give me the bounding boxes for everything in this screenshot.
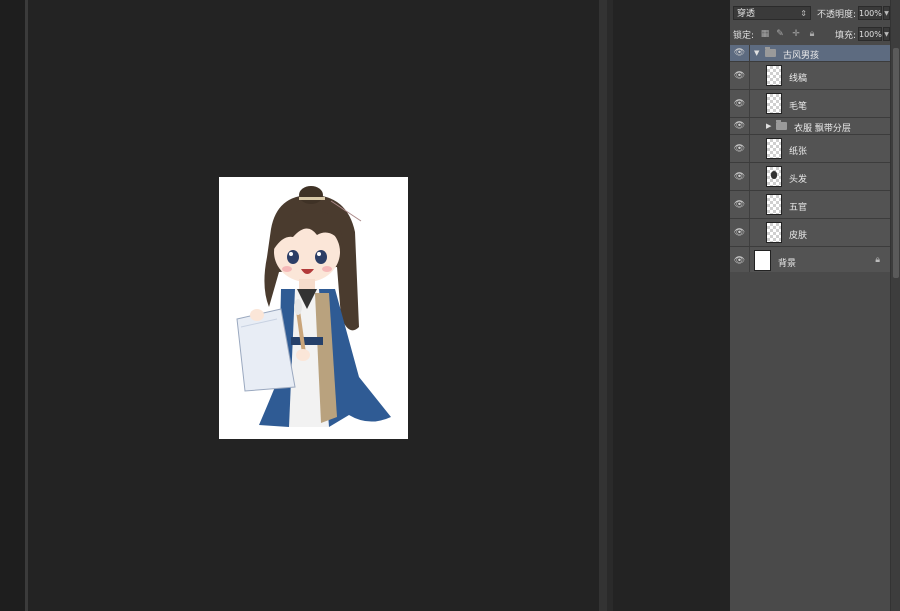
blend-mode-select[interactable]: 穿透 ⇕ <box>733 6 811 20</box>
folder-icon <box>776 120 787 130</box>
eye-icon[interactable]: 👁︎ <box>730 118 750 134</box>
layer-row[interactable]: 👁︎ 纸张 <box>730 135 890 163</box>
layer-name: 线稿 <box>789 74 808 84</box>
chibi-boy-illustration <box>236 186 391 427</box>
hair-thumbnail-mark <box>771 171 777 179</box>
lock-label: 锁定: <box>733 31 755 41</box>
layer-thumbnail <box>766 138 782 159</box>
layer-row[interactable]: 👁︎ 皮肤 <box>730 219 890 247</box>
fill-input[interactable]: 100% <box>858 27 882 41</box>
opacity-input[interactable]: 100% <box>858 6 882 20</box>
layer-row[interactable]: 👁︎ 线稿 <box>730 62 890 90</box>
eye-icon[interactable]: 👁︎ <box>730 62 750 89</box>
eye-icon[interactable]: 👁︎ <box>730 219 750 246</box>
layer-thumbnail <box>766 166 782 187</box>
panel-dock-gap <box>613 0 730 611</box>
chevron-updown-icon: ⇕ <box>800 9 807 18</box>
eye-icon[interactable]: 👁︎ <box>730 247 750 274</box>
layer-name: 毛笔 <box>789 102 808 112</box>
layers-panel-body: 穿透 ⇕ 不透明度: 100% ▼ 锁定: ▦ ✎ ✛ 🔒︎ 填充: 100% … <box>730 0 890 611</box>
lock-position-icon[interactable]: ✛ <box>791 29 801 39</box>
layer-name: 五官 <box>789 203 808 213</box>
layers-scrollbar[interactable] <box>890 0 900 611</box>
chevron-right-icon[interactable]: ▶ <box>766 121 771 131</box>
chevron-down-icon[interactable]: ▼ <box>754 48 759 58</box>
layer-name: 纸张 <box>789 147 808 157</box>
lock-all-icon[interactable]: 🔒︎ <box>807 29 817 39</box>
layer-thumbnail <box>766 65 782 86</box>
layer-name: 皮肤 <box>789 231 808 241</box>
fill-label: 填充: <box>835 31 857 41</box>
eye-icon[interactable]: 👁︎ <box>730 90 750 117</box>
fill-dropdown-icon[interactable]: ▼ <box>883 27 890 41</box>
layer-name: 头发 <box>789 175 808 185</box>
opacity-label: 不透明度: <box>817 10 857 20</box>
document-canvas[interactable] <box>219 177 408 439</box>
layer-group-row[interactable]: 👁︎ ▼ 古风男孩 <box>730 45 890 62</box>
group-name: 古风男孩 <box>783 51 820 61</box>
eye-icon[interactable]: 👁︎ <box>730 135 750 162</box>
blend-opacity-row: 穿透 ⇕ 不透明度: 100% ▼ <box>730 4 890 24</box>
lock-icon: 🔒︎ <box>875 255 880 265</box>
layer-name: 背景 <box>778 259 797 269</box>
layer-list: 👁︎ ▼ 古风男孩 👁︎ 线稿 👁︎ 毛笔 👁︎ ▶ 衣服 飘带分层 👁︎ 纸张… <box>730 45 890 275</box>
background-layer-row[interactable]: 👁︎ 背景 🔒︎ <box>730 247 890 275</box>
layer-thumbnail <box>754 250 771 271</box>
lock-image-pixels-icon[interactable]: ✎ <box>775 29 785 39</box>
layer-thumbnail <box>766 93 782 114</box>
workspace-left-edge <box>0 0 25 611</box>
scrollbar-thumb[interactable] <box>893 48 899 278</box>
layer-row[interactable]: 👁︎ 头发 <box>730 163 890 191</box>
panel-splitter[interactable] <box>599 0 607 611</box>
blend-mode-value: 穿透 <box>737 9 756 19</box>
layers-panel: 穿透 ⇕ 不透明度: 100% ▼ 锁定: ▦ ✎ ✛ 🔒︎ 填充: 100% … <box>730 0 900 611</box>
layer-list-empty-area <box>730 272 890 611</box>
opacity-dropdown-icon[interactable]: ▼ <box>883 6 890 20</box>
layer-row[interactable]: 👁︎ 毛笔 <box>730 90 890 118</box>
layer-group-row[interactable]: 👁︎ ▶ 衣服 飘带分层 <box>730 118 890 135</box>
eye-icon[interactable]: 👁︎ <box>730 163 750 190</box>
layer-thumbnail <box>766 222 782 243</box>
eye-icon[interactable]: 👁︎ <box>730 191 750 218</box>
lock-transparent-pixels-icon[interactable]: ▦ <box>760 29 770 39</box>
layer-thumbnail <box>766 194 782 215</box>
group-name: 衣服 飘带分层 <box>794 124 851 134</box>
layer-row[interactable]: 👁︎ 五官 <box>730 191 890 219</box>
eye-icon[interactable]: 👁︎ <box>730 45 750 61</box>
folder-icon <box>765 47 776 57</box>
lock-fill-row: 锁定: ▦ ✎ ✛ 🔒︎ 填充: 100% ▼ <box>730 26 890 44</box>
